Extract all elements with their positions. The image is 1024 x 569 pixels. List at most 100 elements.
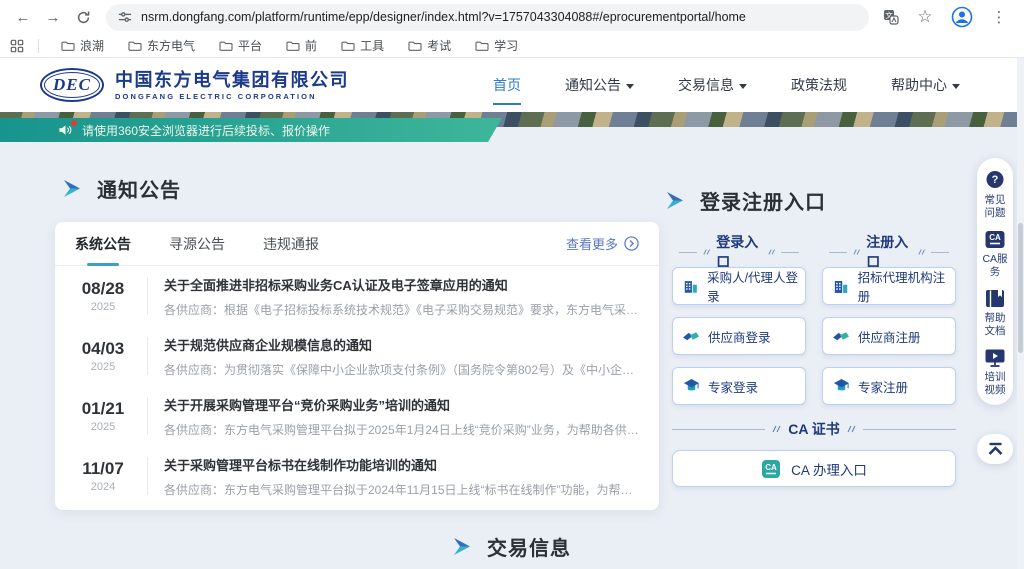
graduation-cap-icon bbox=[833, 378, 850, 394]
notices-card: 系统公告 寻源公告 违规通报 查看更多 08/28 2025 关于全面推进非招标… bbox=[55, 222, 659, 510]
slash-decoration bbox=[703, 248, 710, 256]
bookmark-folder[interactable]: 平台 bbox=[211, 37, 270, 54]
section-arrow-icon bbox=[665, 191, 685, 210]
reload-icon[interactable] bbox=[70, 4, 96, 30]
collapse-top-icon bbox=[987, 442, 1004, 456]
faq-shortcut[interactable]: ? 常见问题 bbox=[980, 169, 1010, 220]
divider bbox=[147, 337, 148, 375]
nav-home[interactable]: 首页 bbox=[493, 69, 521, 101]
handshake-icon bbox=[683, 329, 700, 344]
notice-desc: 各供应商：东方电气采购管理平台拟于2025年1月24日上线“竞价采购”业务，为帮… bbox=[164, 421, 641, 438]
back-icon[interactable]: ← bbox=[10, 4, 36, 30]
register-group-header: 注册入口 bbox=[829, 232, 949, 272]
bookmark-folder[interactable]: 东方电气 bbox=[120, 37, 203, 54]
notice-date: 01/21 2025 bbox=[67, 399, 139, 433]
notice-desc: 各供应商：根据《电子招标投标系统技术规范》《电子采购交易规范》要求，东方电气采购… bbox=[164, 301, 641, 318]
slash-decoration bbox=[847, 425, 856, 433]
supplier-login-button[interactable]: 供应商登录 bbox=[672, 317, 806, 355]
buyer-agent-login-button[interactable]: 采购人/代理人登录 bbox=[672, 267, 806, 305]
bookmark-folder[interactable]: 工具 bbox=[333, 37, 392, 54]
notice-desc: 各供应商：东方电气采购管理平台拟于2024年11月15日上线“标书在线制作”功能… bbox=[164, 481, 641, 498]
forward-icon[interactable]: → bbox=[40, 4, 66, 30]
notice-date: 04/03 2025 bbox=[67, 339, 139, 373]
slash-decoration bbox=[768, 248, 775, 256]
notice-row[interactable]: 04/03 2025 关于规范供应商企业规模信息的通知 各供应商：为贯彻落实《保… bbox=[55, 326, 659, 386]
svg-text:CA: CA bbox=[765, 463, 777, 472]
building-icon bbox=[833, 278, 850, 295]
divider bbox=[147, 397, 148, 435]
section-arrow-icon bbox=[62, 179, 82, 198]
expert-register-button[interactable]: 专家注册 bbox=[822, 367, 956, 405]
dec-logo-icon: DEC bbox=[40, 68, 104, 102]
chrome-menu-icon[interactable]: ⋮ bbox=[986, 4, 1012, 30]
ca-card-icon: CA bbox=[984, 230, 1006, 250]
notice-title[interactable]: 关于规范供应商企业规模信息的通知 bbox=[164, 335, 641, 354]
notice-row[interactable]: 08/28 2025 关于全面推进非招标采购业务CA认证及电子签章应用的通知 各… bbox=[55, 266, 659, 326]
company-name-en: DONGFANG ELECTRIC CORPORATION bbox=[115, 92, 349, 101]
notice-row[interactable]: 11/07 2024 关于采购管理平台标书在线制作功能培训的通知 各供应商：东方… bbox=[55, 446, 659, 506]
notice-date: 11/07 2024 bbox=[67, 459, 139, 493]
main-nav: 首页 通知公告 交易信息 政策法规 帮助中心 bbox=[493, 69, 960, 101]
book-icon bbox=[984, 289, 1006, 309]
question-icon: ? bbox=[984, 169, 1006, 191]
chevron-down-icon bbox=[626, 84, 634, 89]
circle-arrow-right-icon bbox=[624, 236, 639, 251]
bookmark-folder[interactable]: 学习 bbox=[467, 37, 526, 54]
tab-violation-reports[interactable]: 违规通报 bbox=[263, 222, 319, 266]
training-videos-shortcut[interactable]: 培训视频 bbox=[980, 348, 1010, 397]
scroll-to-top-button[interactable] bbox=[977, 434, 1013, 464]
bookmarks-bar: 浪潮 东方电气 平台 前 工具 考试 学习 bbox=[0, 34, 1024, 58]
expert-login-button[interactable]: 专家登录 bbox=[672, 367, 806, 405]
site-settings-icon[interactable] bbox=[118, 10, 132, 24]
notice-row[interactable]: 01/21 2025 关于开展采购管理平台“竞价采购业务”培训的通知 各供应商：… bbox=[55, 386, 659, 446]
ca-group-header: CA 证书 bbox=[672, 419, 956, 439]
bid-agency-register-button[interactable]: 招标代理机构注册 bbox=[822, 267, 956, 305]
ca-badge-icon: CA bbox=[761, 459, 781, 479]
bookmark-folder[interactable]: 前 bbox=[278, 37, 325, 54]
divider bbox=[147, 277, 148, 315]
notice-title[interactable]: 关于采购管理平台标书在线制作功能培训的通知 bbox=[164, 455, 641, 474]
graduation-cap-icon bbox=[683, 378, 700, 394]
notice-title[interactable]: 关于开展采购管理平台“竞价采购业务”培训的通知 bbox=[164, 395, 641, 414]
help-docs-shortcut[interactable]: 帮助文档 bbox=[980, 289, 1010, 338]
nav-policies[interactable]: 政策法规 bbox=[791, 69, 847, 101]
scrollbar-thumb[interactable] bbox=[1018, 223, 1023, 353]
chevron-down-icon bbox=[952, 84, 960, 89]
nav-notices[interactable]: 通知公告 bbox=[565, 69, 634, 101]
company-logo[interactable]: DEC 中国东方电气集团有限公司 DONGFANG ELECTRIC CORPO… bbox=[40, 68, 349, 102]
translate-icon[interactable]: 文 bbox=[883, 9, 899, 25]
scrollbar-track[interactable] bbox=[1017, 58, 1024, 569]
login-section-title: 登录注册入口 bbox=[665, 186, 826, 215]
slash-decoration bbox=[918, 248, 925, 256]
notice-title[interactable]: 关于全面推进非招标采购业务CA认证及电子签章应用的通知 bbox=[164, 275, 641, 294]
url-bar[interactable]: nsrm.dongfang.com/platform/runtime/epp/d… bbox=[106, 4, 869, 31]
bookmark-folder[interactable]: 浪潮 bbox=[53, 37, 112, 54]
building-icon bbox=[683, 278, 699, 295]
profile-avatar[interactable] bbox=[951, 6, 973, 28]
supplier-register-button[interactable]: 供应商注册 bbox=[822, 317, 956, 355]
login-group-header: 登录入口 bbox=[679, 232, 799, 272]
svg-text:?: ? bbox=[992, 174, 999, 186]
site-header: DEC 中国东方电气集团有限公司 DONGFANG ELECTRIC CORPO… bbox=[0, 58, 1024, 112]
view-more-link[interactable]: 查看更多 bbox=[566, 234, 639, 253]
nav-help-center[interactable]: 帮助中心 bbox=[891, 69, 960, 101]
ca-service-shortcut[interactable]: CA CA服务 bbox=[980, 230, 1010, 279]
tab-sourcing-notices[interactable]: 寻源公告 bbox=[169, 222, 225, 266]
tab-system-notices[interactable]: 系统公告 bbox=[75, 222, 131, 266]
slash-decoration bbox=[853, 248, 860, 256]
bookmark-star-icon[interactable]: ☆ bbox=[912, 4, 938, 30]
handshake-icon bbox=[833, 329, 850, 344]
chevron-down-icon bbox=[739, 84, 747, 89]
section-arrow-icon bbox=[452, 537, 472, 556]
nav-trade-info[interactable]: 交易信息 bbox=[678, 69, 747, 101]
video-icon bbox=[984, 348, 1006, 368]
bookmarks-separator bbox=[38, 39, 39, 53]
notices-tabs: 系统公告 寻源公告 违规通报 查看更多 bbox=[55, 222, 659, 266]
bookmark-folder[interactable]: 考试 bbox=[400, 37, 459, 54]
ca-apply-button[interactable]: CA CA 办理入口 bbox=[672, 450, 956, 487]
svg-text:CA: CA bbox=[989, 233, 1001, 242]
notices-section-title: 通知公告 bbox=[62, 174, 181, 203]
url-text[interactable]: nsrm.dongfang.com/platform/runtime/epp/d… bbox=[141, 10, 746, 24]
browser-alert-bar: 请使用360安全浏览器进行后续投标、报价操作 bbox=[0, 118, 502, 142]
apps-grid-icon[interactable] bbox=[10, 39, 24, 53]
